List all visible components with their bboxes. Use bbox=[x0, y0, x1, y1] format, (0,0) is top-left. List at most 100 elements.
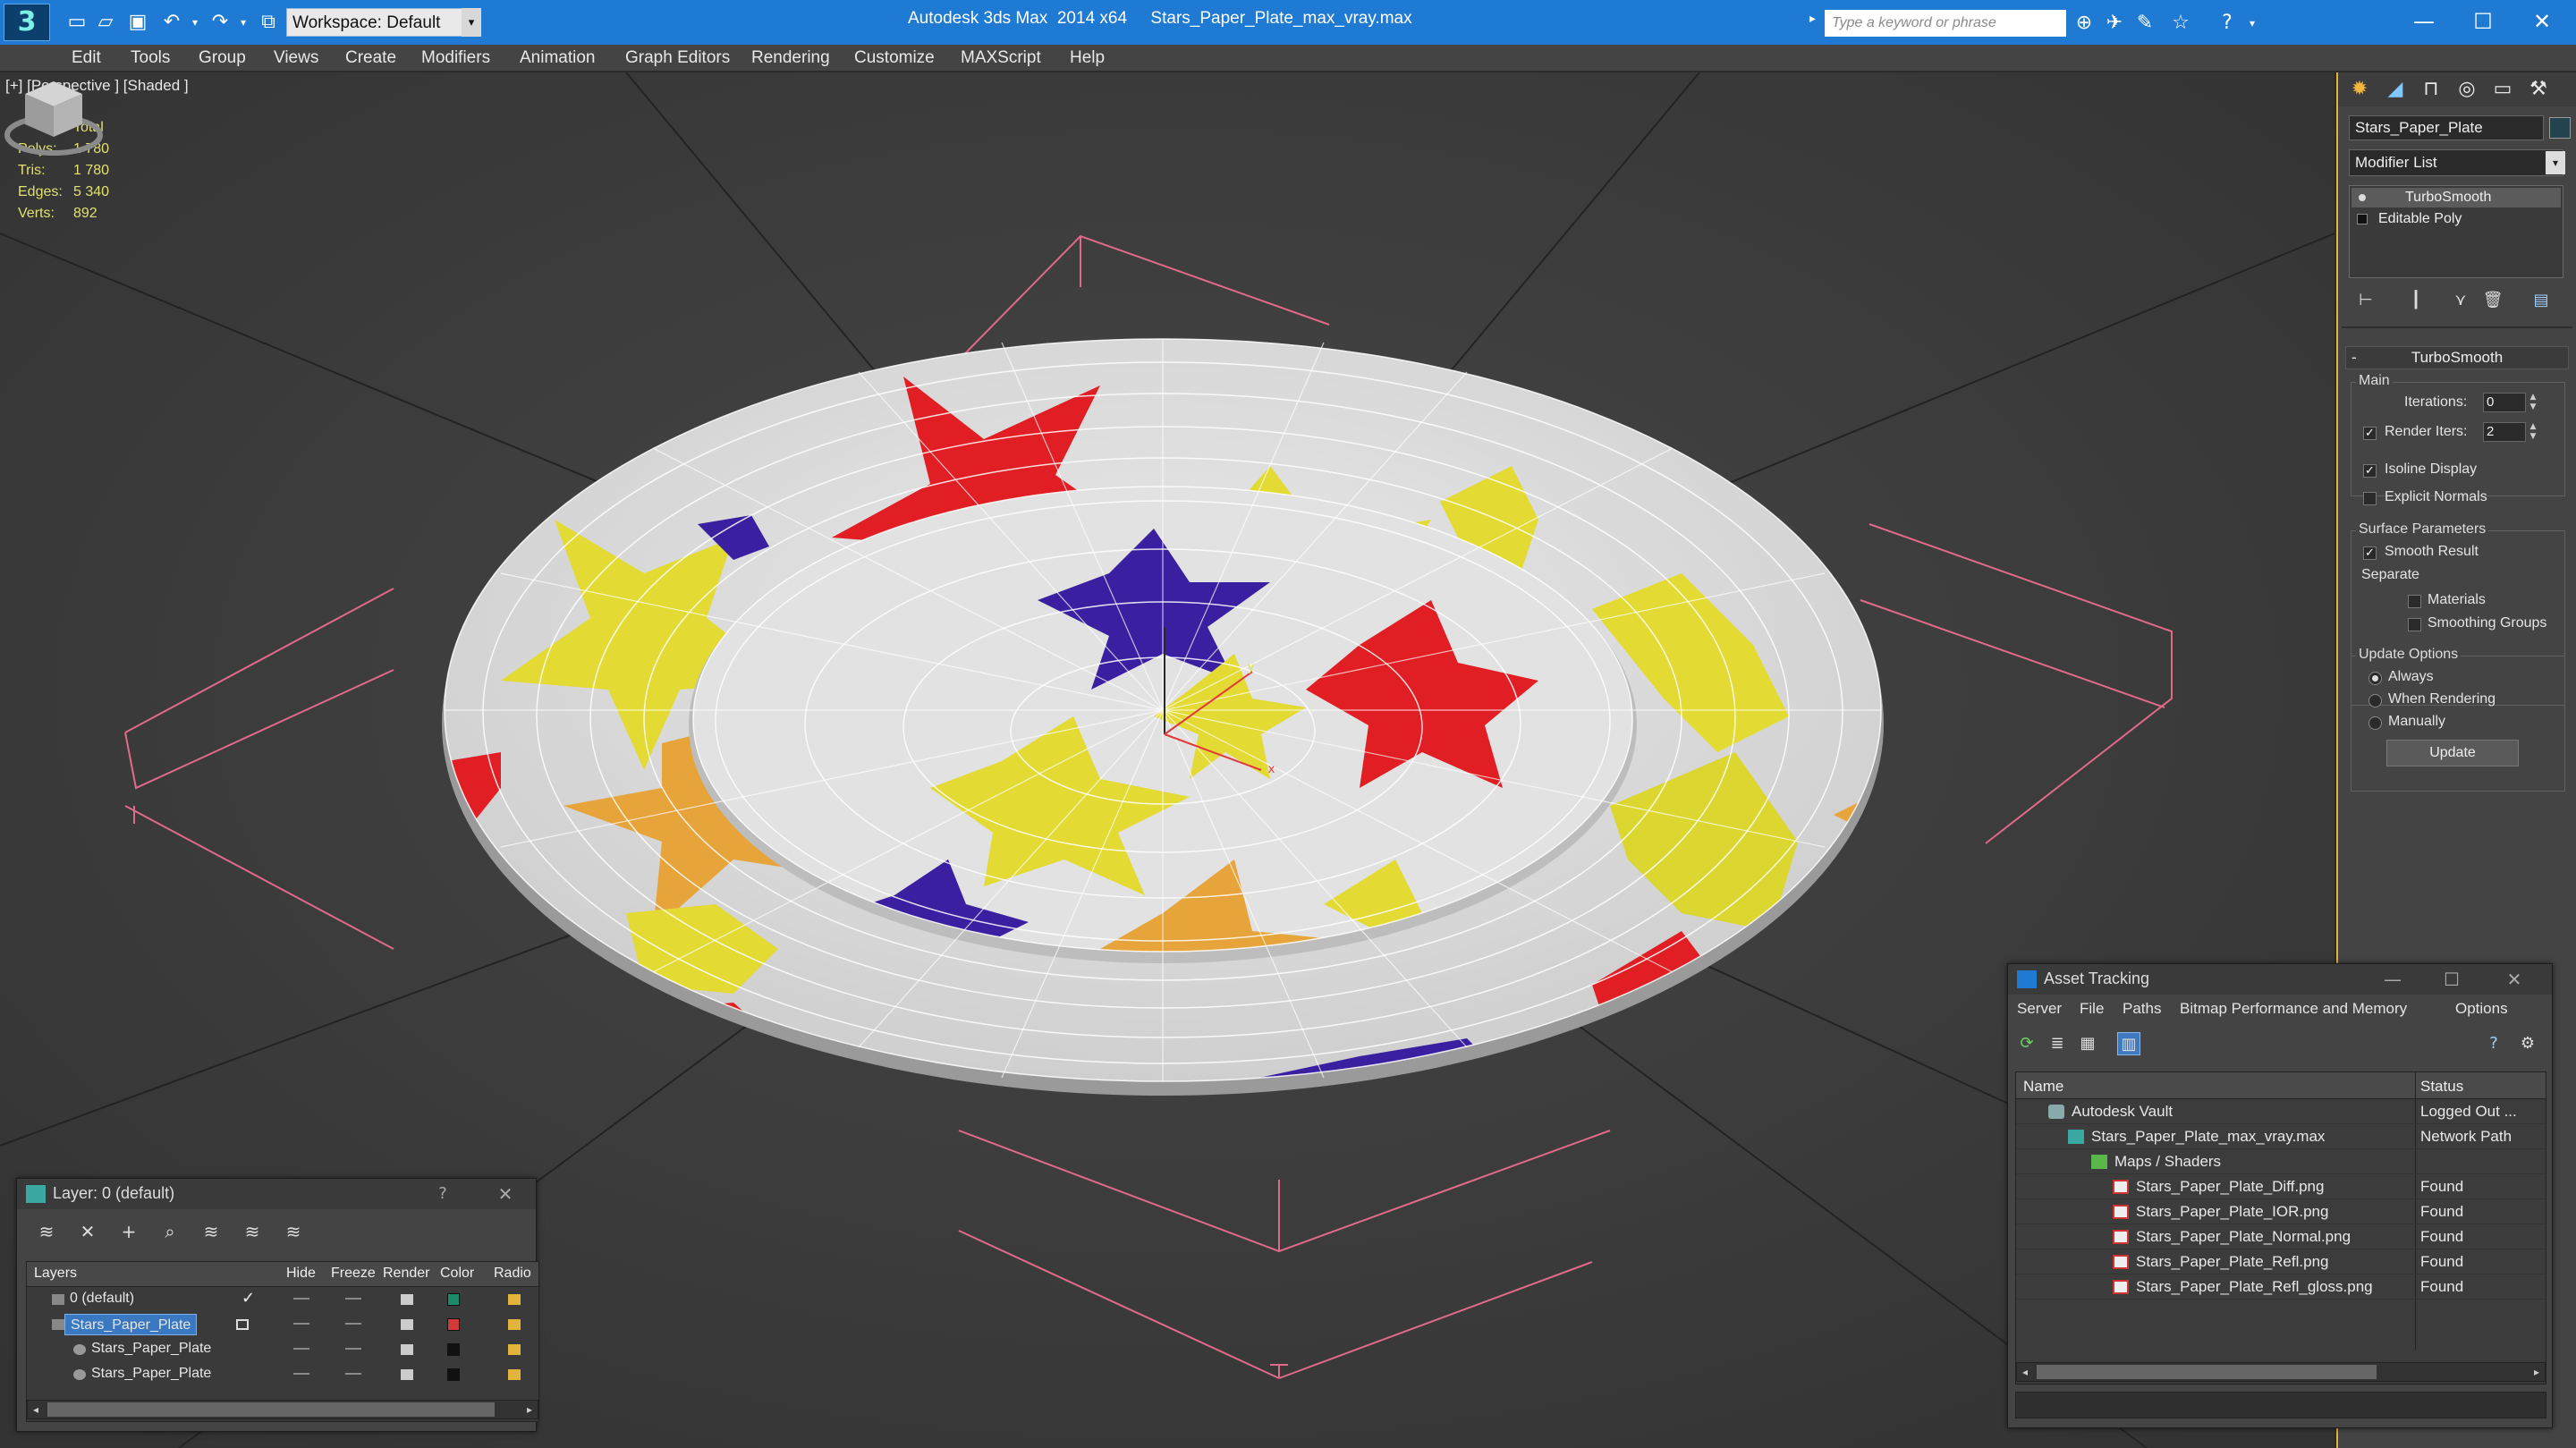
explicit-normals-checkbox[interactable] bbox=[2363, 492, 2377, 505]
table-row[interactable]: Stars_Paper_Plate_Refl_gloss.png Found bbox=[2016, 1274, 2546, 1300]
menu-customize[interactable]: Customize bbox=[854, 48, 935, 68]
smooth-result-checkbox[interactable]: ✓ bbox=[2363, 546, 2377, 560]
col-freeze-header[interactable]: Freeze bbox=[331, 1266, 376, 1282]
remove-modifier-icon[interactable]: 🗑 bbox=[2479, 287, 2506, 314]
hierarchy-tab-icon[interactable]: ⊓ bbox=[2415, 76, 2447, 103]
at-menu-paths[interactable]: Paths bbox=[2123, 1000, 2161, 1018]
stack-item-editable-poly[interactable]: Editable Poly bbox=[2351, 209, 2561, 229]
hide-toggle[interactable] bbox=[293, 1298, 309, 1300]
manually-radio[interactable] bbox=[2368, 716, 2382, 730]
help-icon[interactable]: ? bbox=[2215, 11, 2240, 36]
col-status-header[interactable]: Status bbox=[2420, 1078, 2463, 1096]
smoothing-groups-checkbox[interactable] bbox=[2408, 618, 2421, 631]
spinner-arrows-icon[interactable]: ▲ ▼ bbox=[2528, 422, 2538, 442]
configure-sets-icon[interactable]: ▤ bbox=[2528, 287, 2555, 314]
motion-tab-icon[interactable]: ◎ bbox=[2451, 76, 2483, 103]
col-hide-header[interactable]: Hide bbox=[286, 1266, 316, 1282]
table-row[interactable]: Stars_Paper_Plate_IOR.png Found bbox=[2016, 1199, 2546, 1224]
stack-item-turbosmooth[interactable]: TurboSmooth bbox=[2351, 188, 2561, 207]
search-input[interactable]: Type a keyword or phrase bbox=[1825, 10, 2066, 37]
scroll-left-icon[interactable]: ◂ bbox=[28, 1401, 44, 1418]
render-iters-checkbox[interactable]: ✓ bbox=[2363, 427, 2377, 440]
scroll-thumb[interactable] bbox=[2037, 1365, 2377, 1379]
freeze-toggle[interactable] bbox=[345, 1298, 361, 1300]
at-menu-bitmap-performance[interactable]: Bitmap Performance and Memory bbox=[2180, 1000, 2407, 1018]
render-teapot-icon[interactable] bbox=[401, 1319, 413, 1330]
minimize-icon[interactable]: — bbox=[2397, 4, 2451, 39]
horizontal-scrollbar[interactable]: ◂ ▸ bbox=[27, 1400, 538, 1419]
menu-rendering[interactable]: Rendering bbox=[751, 48, 830, 68]
delete-layer-icon[interactable]: ✕ bbox=[74, 1220, 101, 1243]
list-view-icon[interactable]: ≣ bbox=[2046, 1032, 2069, 1055]
binoculars-icon[interactable]: ⊕ bbox=[2072, 11, 2097, 36]
table-view-icon[interactable]: ▦ bbox=[2076, 1032, 2099, 1055]
undo-icon[interactable]: ↶ bbox=[159, 10, 184, 35]
materials-checkbox[interactable] bbox=[2408, 595, 2421, 608]
freeze-toggle[interactable] bbox=[345, 1373, 361, 1375]
refresh-icon[interactable]: ⟳ bbox=[2015, 1032, 2038, 1055]
project-folder-icon[interactable]: ⧉ bbox=[256, 10, 281, 35]
col-name-header[interactable]: Name bbox=[2023, 1078, 2063, 1096]
highlight-layer-icon[interactable]: ≋ bbox=[198, 1220, 225, 1243]
object-color-swatch[interactable] bbox=[2549, 117, 2571, 139]
freeze-toggle[interactable] bbox=[345, 1323, 361, 1325]
save-file-icon[interactable]: ▣ bbox=[125, 10, 150, 35]
favorites-star-icon[interactable]: ☆ bbox=[2168, 11, 2193, 36]
update-button[interactable]: Update bbox=[2386, 740, 2519, 766]
asset-path-field[interactable] bbox=[2015, 1392, 2546, 1418]
new-layer-icon[interactable]: ≋ bbox=[33, 1220, 60, 1243]
spinner-arrows-icon[interactable]: ▲ ▼ bbox=[2528, 393, 2538, 412]
settings-icon[interactable]: ⚙ bbox=[2516, 1032, 2539, 1055]
radiosity-icon[interactable] bbox=[508, 1294, 521, 1305]
open-file-icon[interactable]: ▱ bbox=[93, 10, 118, 35]
help-dropdown-icon[interactable]: ▾ bbox=[2240, 11, 2265, 36]
freeze-toggle[interactable] bbox=[345, 1348, 361, 1350]
table-row[interactable]: Stars_Paper_Plate_Diff.png Found bbox=[2016, 1174, 2546, 1199]
hide-toggle[interactable] bbox=[293, 1348, 309, 1350]
layer-color-swatch[interactable] bbox=[447, 1318, 460, 1331]
scroll-right-icon[interactable]: ▸ bbox=[2529, 1363, 2545, 1381]
undo-dropdown-icon[interactable]: ▾ bbox=[182, 10, 208, 35]
at-menu-file[interactable]: File bbox=[2080, 1000, 2104, 1018]
layer-manager-titlebar[interactable]: Layer: 0 (default) ? ✕ bbox=[17, 1179, 536, 1209]
show-end-result-icon[interactable]: ┃ bbox=[2402, 287, 2429, 314]
layer-color-swatch[interactable] bbox=[447, 1368, 460, 1381]
freeze-all-icon[interactable]: ≋ bbox=[280, 1220, 307, 1243]
menu-animation[interactable]: Animation bbox=[520, 48, 596, 68]
close-icon[interactable]: ✕ bbox=[2515, 4, 2569, 39]
menu-help[interactable]: Help bbox=[1070, 48, 1105, 68]
redo-dropdown-icon[interactable]: ▾ bbox=[231, 10, 256, 35]
modifier-list-dropdown[interactable]: Modifier List bbox=[2349, 149, 2563, 176]
scroll-right-icon[interactable]: ▸ bbox=[521, 1401, 538, 1418]
asset-tracking-titlebar[interactable]: Asset Tracking — ☐ ✕ bbox=[2008, 964, 2552, 995]
iterations-spinner[interactable]: 0 bbox=[2483, 393, 2526, 412]
display-tab-icon[interactable]: ▭ bbox=[2487, 76, 2519, 103]
isoline-display-checkbox[interactable]: ✓ bbox=[2363, 464, 2377, 478]
grid-view-icon[interactable]: ▥ bbox=[2117, 1032, 2140, 1055]
hide-toggle[interactable] bbox=[293, 1373, 309, 1375]
menu-group[interactable]: Group bbox=[199, 48, 246, 68]
scroll-thumb[interactable] bbox=[47, 1402, 495, 1417]
always-radio[interactable] bbox=[2368, 672, 2382, 685]
object-name-field[interactable]: Stars_Paper_Plate bbox=[2349, 115, 2544, 140]
layer-row[interactable]: Stars_Paper_Plate bbox=[27, 1362, 538, 1387]
menu-maxscript[interactable]: MAXScript bbox=[961, 48, 1041, 68]
add-to-layer-icon[interactable]: + bbox=[115, 1220, 142, 1243]
table-row[interactable]: Stars_Paper_Plate_Normal.png Found bbox=[2016, 1224, 2546, 1249]
layer-row[interactable]: Stars_Paper_Plate bbox=[27, 1312, 538, 1337]
scroll-left-icon[interactable]: ◂ bbox=[2017, 1363, 2033, 1381]
radiosity-icon[interactable] bbox=[508, 1369, 521, 1380]
search-expand-icon[interactable]: ▸ bbox=[1809, 11, 1816, 26]
help-icon[interactable]: ? bbox=[2482, 1032, 2505, 1055]
layer-row[interactable]: Stars_Paper_Plate bbox=[27, 1337, 538, 1362]
redo-icon[interactable]: ↷ bbox=[208, 10, 233, 35]
new-file-icon[interactable]: ▭ bbox=[64, 10, 89, 35]
set-active-box-icon[interactable] bbox=[236, 1319, 249, 1330]
radiosity-icon[interactable] bbox=[508, 1344, 521, 1355]
when-rendering-radio[interactable] bbox=[2368, 694, 2382, 707]
table-row[interactable]: Stars_Paper_Plate_Refl.png Found bbox=[2016, 1249, 2546, 1274]
select-objects-icon[interactable]: ⌕ bbox=[157, 1220, 183, 1243]
at-menu-server[interactable]: Server bbox=[2017, 1000, 2062, 1018]
viewcube-icon[interactable] bbox=[0, 72, 107, 162]
menu-views[interactable]: Views bbox=[274, 48, 318, 68]
